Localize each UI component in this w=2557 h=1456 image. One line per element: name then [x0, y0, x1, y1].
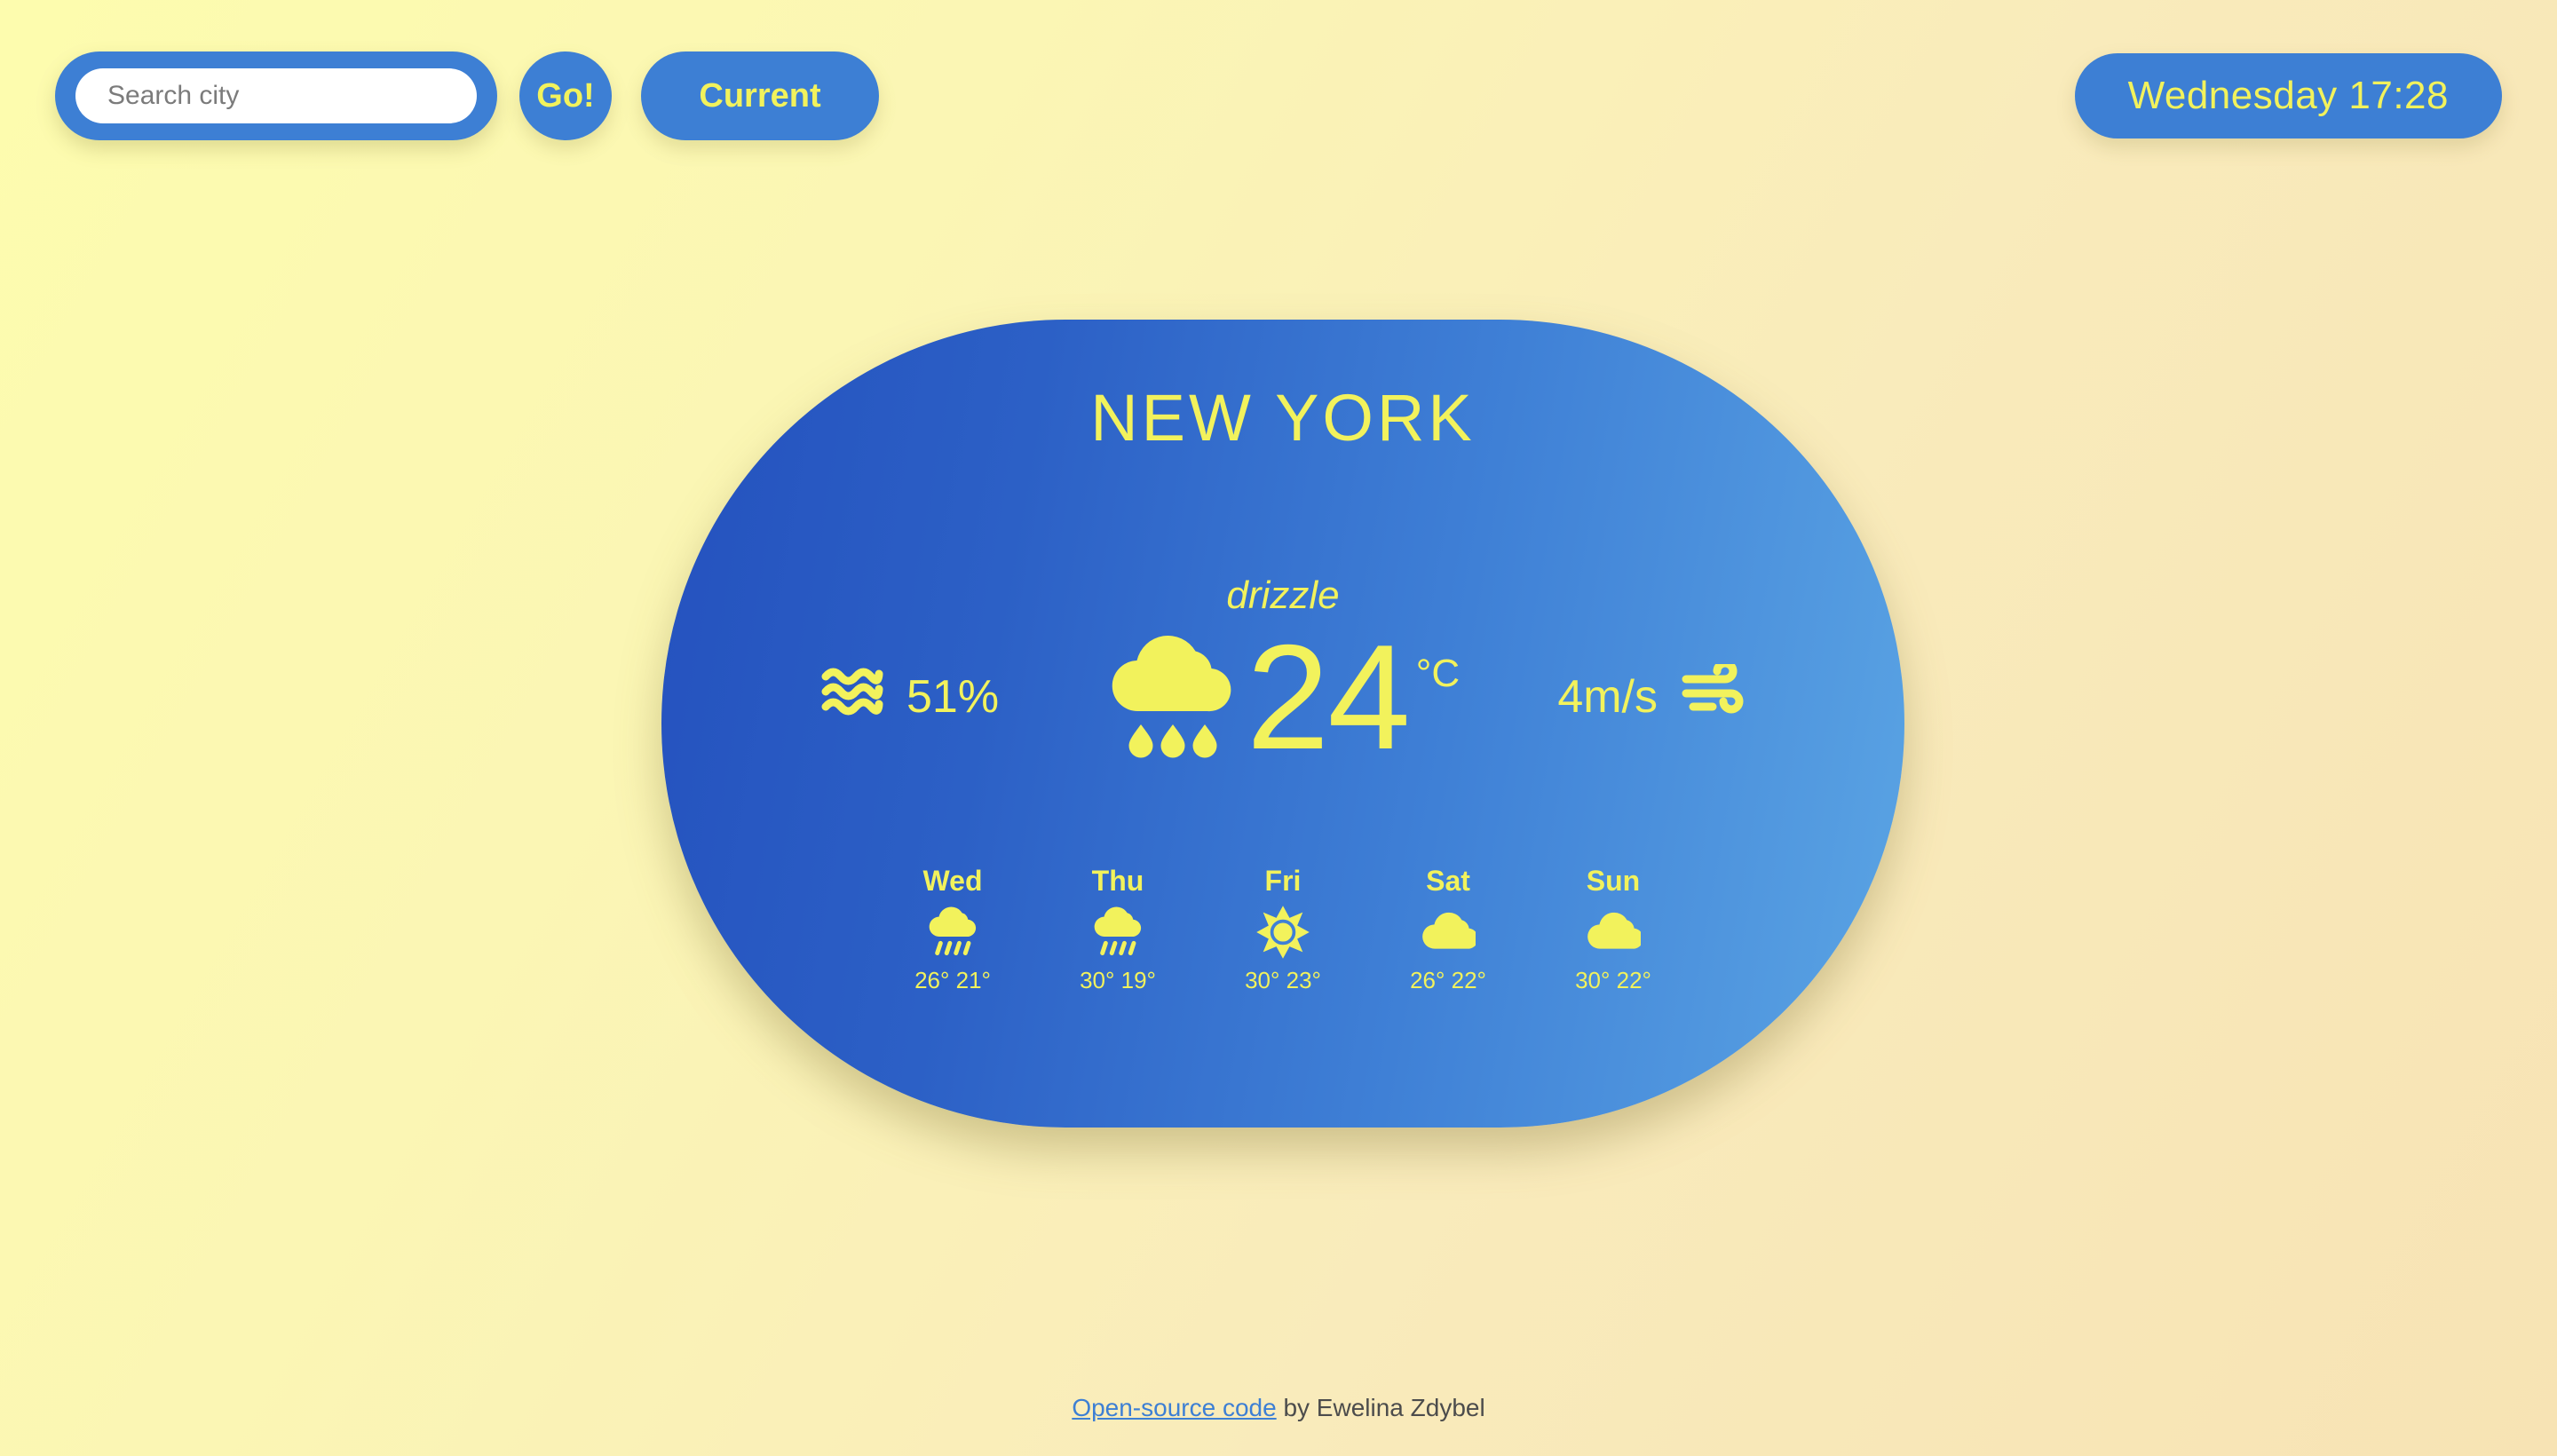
- footer: Open-source code by Ewelina Zdybel: [0, 1394, 2557, 1422]
- forecast-day-temps: 30° 22°: [1575, 967, 1651, 993]
- wind-value: 4m/s: [1557, 671, 1658, 723]
- forecast-day-name: Wed: [922, 865, 983, 897]
- city-name: NEW YORK: [1090, 381, 1476, 455]
- forecast-day-name: Fri: [1264, 865, 1302, 897]
- forecast-day-temps: 30° 19°: [1080, 967, 1156, 993]
- current-location-button[interactable]: Current: [641, 51, 879, 140]
- forecast-day-name: Thu: [1091, 865, 1144, 897]
- go-button[interactable]: Go!: [519, 51, 612, 140]
- weather-condition-text: drizzle: [1226, 574, 1340, 617]
- temperature-value: 24: [1246, 613, 1411, 780]
- humidity-metric: 51%: [821, 664, 1088, 731]
- wind-icon: [1681, 659, 1745, 731]
- forecast-day-name: Sun: [1586, 865, 1641, 897]
- forecast-day: Sat 26° 22°: [1390, 865, 1506, 994]
- forecast-day-name: Sat: [1426, 865, 1470, 897]
- rain-cloud-icon: [1090, 905, 1145, 960]
- wind-metric: 4m/s: [1478, 659, 1745, 731]
- current-conditions-row: 51% 24 °C 4m/s: [661, 613, 1904, 781]
- current-temperature-block: 24 °C: [1106, 613, 1461, 780]
- forecast-day: Sun 30° 22°: [1556, 865, 1671, 994]
- forecast-day-temps: 30° 23°: [1245, 967, 1321, 993]
- forecast-day: Wed 26° 21°: [895, 865, 1010, 994]
- weather-card: NEW YORK drizzle 51% 24 °C 4m/s Wed 26° …: [661, 320, 1904, 1128]
- cloud-icon: [1586, 905, 1641, 960]
- forecast-day-temps: 26° 21°: [914, 967, 991, 993]
- search-input[interactable]: [75, 68, 477, 123]
- forecast-row: Wed 26° 21° Thu 30° 19° Fri 30° 23° Sat …: [661, 865, 1904, 994]
- forecast-day-temps: 26° 22°: [1410, 967, 1486, 993]
- cloud-icon: [1421, 905, 1476, 960]
- drizzle-cloud-icon: [1106, 629, 1239, 766]
- top-toolbar: Go! Current Wednesday 17:28: [0, 0, 2557, 178]
- humidity-waves-icon: [821, 664, 883, 731]
- open-source-code-link[interactable]: Open-source code: [1072, 1394, 1276, 1421]
- search-container: [55, 51, 497, 140]
- forecast-day: Thu 30° 19°: [1060, 865, 1176, 994]
- rain-cloud-icon: [925, 905, 980, 960]
- footer-author-text: by Ewelina Zdybel: [1276, 1394, 1485, 1421]
- forecast-day: Fri 30° 23°: [1225, 865, 1341, 994]
- humidity-value: 51%: [906, 671, 1000, 723]
- temperature-unit: °C: [1415, 651, 1461, 695]
- sun-icon: [1255, 905, 1310, 960]
- datetime-badge: Wednesday 17:28: [2074, 53, 2502, 138]
